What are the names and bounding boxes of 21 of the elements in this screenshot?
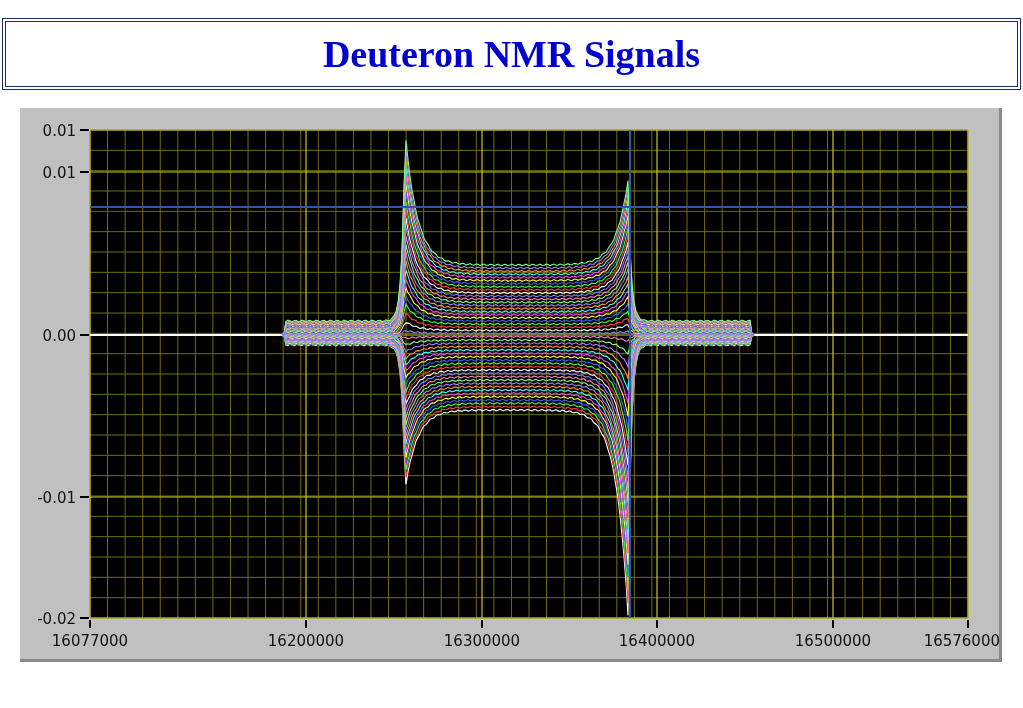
- axis-tick-label: -0.01: [37, 489, 76, 507]
- axis-tick-label: 16576000: [923, 632, 999, 650]
- axis-tick-label: -0.02: [37, 610, 76, 628]
- axis-tick-label: 0.00: [42, 327, 76, 345]
- tick-mark: [80, 129, 89, 131]
- axis-tick-label: 16500000: [794, 632, 872, 650]
- tick-mark: [481, 620, 483, 628]
- axis-tick-label: 16200000: [267, 632, 345, 650]
- axis-tick-label: 16400000: [618, 632, 696, 650]
- slide-title: Deuteron NMR Signals: [322, 32, 701, 76]
- tick-mark: [656, 620, 658, 628]
- tick-mark: [967, 620, 969, 628]
- tick-mark: [80, 334, 89, 336]
- axis-tick-label: 0.01: [42, 164, 76, 182]
- tick-mark: [832, 620, 834, 628]
- axis-tick-label: 16300000: [443, 632, 521, 650]
- axis-tick-label: 0.01: [42, 122, 76, 140]
- tick-mark: [80, 496, 89, 498]
- axis-tick-label: 16077000: [51, 632, 129, 650]
- tick-mark: [305, 620, 307, 628]
- tick-mark: [80, 171, 89, 173]
